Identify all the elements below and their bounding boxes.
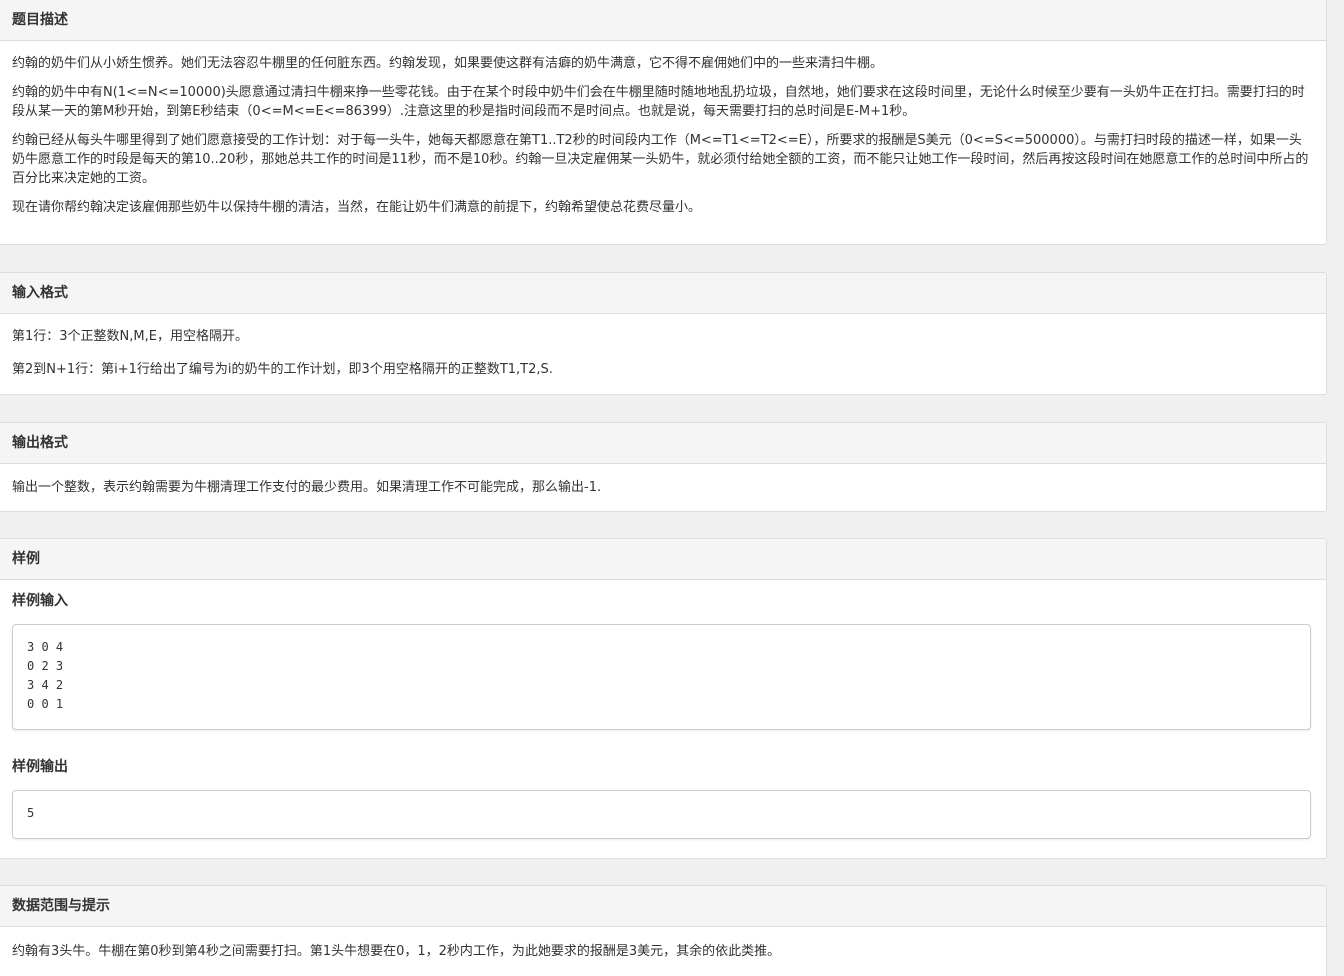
problem-page: 题目描述 约翰的奶牛们从小娇生惯养。她们无法容忍牛棚里的任何脏东西。约翰发现，如… — [0, 0, 1344, 976]
description-body: 约翰的奶牛们从小娇生惯养。她们无法容忍牛棚里的任何脏东西。约翰发现，如果要使这群… — [0, 41, 1326, 225]
hints-panel: 数据范围与提示 约翰有3头牛。牛棚在第0秒到第4秒之间需要打扫。第1头牛想要在0… — [0, 885, 1327, 976]
description-paragraph: 约翰已经从每头牛哪里得到了她们愿意接受的工作计划：对于每一头牛，她每天都愿意在第… — [12, 133, 1309, 186]
sample-input-heading: 样例输入 — [12, 593, 68, 609]
input-format-heading: 输入格式 — [0, 273, 1326, 314]
hints-paragraph: 约翰有3头牛。牛棚在第0秒到第4秒之间需要打扫。第1头牛想要在0，1，2秒内工作… — [12, 944, 781, 959]
description-paragraph: 约翰的奶牛们从小娇生惯养。她们无法容忍牛棚里的任何脏东西。约翰发现，如果要使这群… — [12, 56, 884, 71]
hints-body: 约翰有3头牛。牛棚在第0秒到第4秒之间需要打扫。第1头牛想要在0，1，2秒内工作… — [0, 927, 1326, 969]
description-heading: 题目描述 — [0, 0, 1326, 41]
sample-heading: 样例 — [0, 539, 1326, 580]
description-paragraph: 约翰的奶牛中有N(1<=N<=10000)头愿意通过清扫牛棚来挣一些零花钱。由于… — [12, 85, 1305, 119]
input-format-panel: 输入格式 第1行：3个正整数N,M,E，用空格隔开。 第2到N+1行：第i+1行… — [0, 272, 1327, 395]
sample-output-block[interactable]: 5 — [12, 790, 1311, 839]
description-panel: 题目描述 约翰的奶牛们从小娇生惯养。她们无法容忍牛棚里的任何脏东西。约翰发现，如… — [0, 0, 1327, 245]
output-format-body: 输出一个整数，表示约翰需要为牛棚清理工作支付的最少费用。如果清理工作不可能完成，… — [0, 464, 1326, 505]
output-format-panel: 输出格式 输出一个整数，表示约翰需要为牛棚清理工作支付的最少费用。如果清理工作不… — [0, 422, 1327, 512]
hints-heading: 数据范围与提示 — [0, 886, 1326, 927]
output-format-line: 输出一个整数，表示约翰需要为牛棚清理工作支付的最少费用。如果清理工作不可能完成，… — [12, 480, 602, 495]
input-format-body: 第1行：3个正整数N,M,E，用空格隔开。 第2到N+1行：第i+1行给出了编号… — [0, 314, 1326, 387]
sample-input-block[interactable]: 3 0 4 0 2 3 3 4 2 0 0 1 — [12, 624, 1311, 730]
input-format-line-2: 第2到N+1行：第i+1行给出了编号为i的奶牛的工作计划，即3个用空格隔开的正整… — [12, 362, 553, 377]
input-format-line-1: 第1行：3个正整数N,M,E，用空格隔开。 — [12, 329, 248, 344]
description-paragraph: 现在请你帮约翰决定该雇佣那些奶牛以保持牛棚的清洁，当然，在能让奶牛们满意的前提下… — [12, 200, 702, 215]
sample-output-heading: 样例输出 — [12, 759, 68, 775]
sample-panel: 样例 样例输入 3 0 4 0 2 3 3 4 2 0 0 1 样例输出 5 — [0, 538, 1327, 859]
sample-body: 样例输入 3 0 4 0 2 3 3 4 2 0 0 1 样例输出 5 — [0, 580, 1326, 839]
output-format-heading: 输出格式 — [0, 423, 1326, 464]
